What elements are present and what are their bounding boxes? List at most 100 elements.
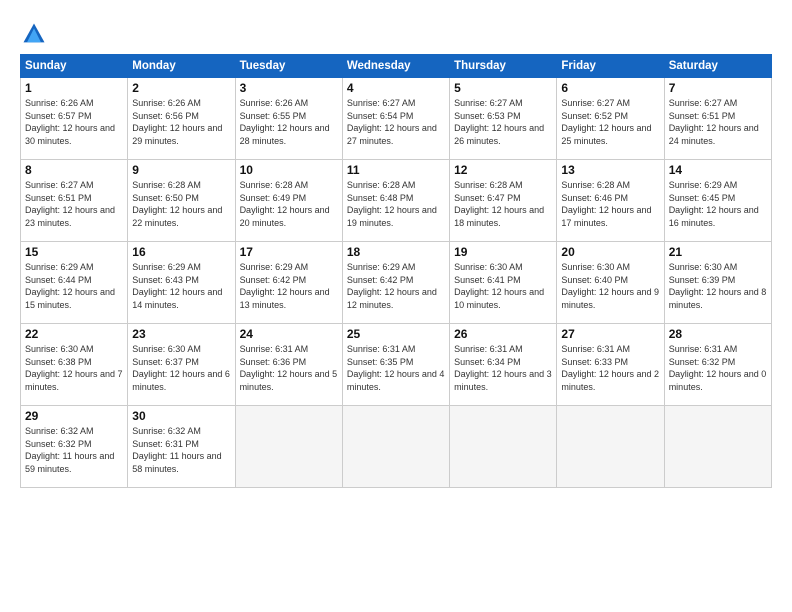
day-number: 14: [669, 163, 767, 177]
day-info: Sunrise: 6:28 AMSunset: 6:46 PMDaylight:…: [561, 179, 659, 229]
calendar-cell: 23 Sunrise: 6:30 AMSunset: 6:37 PMDaylig…: [128, 324, 235, 406]
day-info: Sunrise: 6:29 AMSunset: 6:45 PMDaylight:…: [669, 179, 767, 229]
calendar-cell: 7 Sunrise: 6:27 AMSunset: 6:51 PMDayligh…: [664, 78, 771, 160]
day-info: Sunrise: 6:27 AMSunset: 6:51 PMDaylight:…: [669, 97, 767, 147]
day-number: 7: [669, 81, 767, 95]
calendar-cell: 21 Sunrise: 6:30 AMSunset: 6:39 PMDaylig…: [664, 242, 771, 324]
day-number: 20: [561, 245, 659, 259]
day-info: Sunrise: 6:27 AMSunset: 6:51 PMDaylight:…: [25, 179, 123, 229]
calendar-cell: 28 Sunrise: 6:31 AMSunset: 6:32 PMDaylig…: [664, 324, 771, 406]
day-number: 8: [25, 163, 123, 177]
day-info: Sunrise: 6:28 AMSunset: 6:47 PMDaylight:…: [454, 179, 552, 229]
calendar-cell: 5 Sunrise: 6:27 AMSunset: 6:53 PMDayligh…: [450, 78, 557, 160]
weekday-header: Saturday: [664, 55, 771, 78]
day-info: Sunrise: 6:31 AMSunset: 6:34 PMDaylight:…: [454, 343, 552, 393]
calendar-week-row: 22 Sunrise: 6:30 AMSunset: 6:38 PMDaylig…: [21, 324, 772, 406]
day-number: 13: [561, 163, 659, 177]
weekday-header: Thursday: [450, 55, 557, 78]
calendar-cell: 8 Sunrise: 6:27 AMSunset: 6:51 PMDayligh…: [21, 160, 128, 242]
day-info: Sunrise: 6:29 AMSunset: 6:43 PMDaylight:…: [132, 261, 230, 311]
day-number: 12: [454, 163, 552, 177]
weekday-header: Sunday: [21, 55, 128, 78]
calendar-cell: 24 Sunrise: 6:31 AMSunset: 6:36 PMDaylig…: [235, 324, 342, 406]
calendar-cell: [664, 406, 771, 488]
day-number: 11: [347, 163, 445, 177]
day-number: 22: [25, 327, 123, 341]
calendar-cell: 26 Sunrise: 6:31 AMSunset: 6:34 PMDaylig…: [450, 324, 557, 406]
day-number: 2: [132, 81, 230, 95]
day-info: Sunrise: 6:31 AMSunset: 6:32 PMDaylight:…: [669, 343, 767, 393]
day-number: 16: [132, 245, 230, 259]
calendar-cell: 20 Sunrise: 6:30 AMSunset: 6:40 PMDaylig…: [557, 242, 664, 324]
calendar-cell: [450, 406, 557, 488]
day-number: 24: [240, 327, 338, 341]
calendar-cell: 2 Sunrise: 6:26 AMSunset: 6:56 PMDayligh…: [128, 78, 235, 160]
day-number: 30: [132, 409, 230, 423]
day-info: Sunrise: 6:28 AMSunset: 6:48 PMDaylight:…: [347, 179, 445, 229]
day-info: Sunrise: 6:30 AMSunset: 6:41 PMDaylight:…: [454, 261, 552, 311]
calendar-cell: 12 Sunrise: 6:28 AMSunset: 6:47 PMDaylig…: [450, 160, 557, 242]
logo-icon: [20, 20, 48, 48]
calendar-cell: 10 Sunrise: 6:28 AMSunset: 6:49 PMDaylig…: [235, 160, 342, 242]
calendar-cell: 16 Sunrise: 6:29 AMSunset: 6:43 PMDaylig…: [128, 242, 235, 324]
weekday-header: Tuesday: [235, 55, 342, 78]
day-number: 10: [240, 163, 338, 177]
day-number: 15: [25, 245, 123, 259]
calendar-cell: 1 Sunrise: 6:26 AMSunset: 6:57 PMDayligh…: [21, 78, 128, 160]
day-info: Sunrise: 6:27 AMSunset: 6:52 PMDaylight:…: [561, 97, 659, 147]
calendar-cell: 17 Sunrise: 6:29 AMSunset: 6:42 PMDaylig…: [235, 242, 342, 324]
day-info: Sunrise: 6:28 AMSunset: 6:49 PMDaylight:…: [240, 179, 338, 229]
day-number: 25: [347, 327, 445, 341]
day-info: Sunrise: 6:30 AMSunset: 6:38 PMDaylight:…: [25, 343, 123, 393]
calendar-cell: 6 Sunrise: 6:27 AMSunset: 6:52 PMDayligh…: [557, 78, 664, 160]
day-info: Sunrise: 6:27 AMSunset: 6:53 PMDaylight:…: [454, 97, 552, 147]
calendar-week-row: 1 Sunrise: 6:26 AMSunset: 6:57 PMDayligh…: [21, 78, 772, 160]
day-info: Sunrise: 6:29 AMSunset: 6:42 PMDaylight:…: [240, 261, 338, 311]
day-info: Sunrise: 6:29 AMSunset: 6:42 PMDaylight:…: [347, 261, 445, 311]
day-number: 27: [561, 327, 659, 341]
calendar-week-row: 8 Sunrise: 6:27 AMSunset: 6:51 PMDayligh…: [21, 160, 772, 242]
day-info: Sunrise: 6:32 AMSunset: 6:31 PMDaylight:…: [132, 425, 230, 475]
day-info: Sunrise: 6:31 AMSunset: 6:33 PMDaylight:…: [561, 343, 659, 393]
calendar-cell: 11 Sunrise: 6:28 AMSunset: 6:48 PMDaylig…: [342, 160, 449, 242]
day-info: Sunrise: 6:26 AMSunset: 6:56 PMDaylight:…: [132, 97, 230, 147]
calendar-page: SundayMondayTuesdayWednesdayThursdayFrid…: [0, 0, 792, 612]
calendar-cell: [557, 406, 664, 488]
weekday-header: Monday: [128, 55, 235, 78]
day-number: 4: [347, 81, 445, 95]
day-info: Sunrise: 6:31 AMSunset: 6:35 PMDaylight:…: [347, 343, 445, 393]
calendar-cell: 22 Sunrise: 6:30 AMSunset: 6:38 PMDaylig…: [21, 324, 128, 406]
day-number: 18: [347, 245, 445, 259]
day-number: 3: [240, 81, 338, 95]
calendar-cell: 27 Sunrise: 6:31 AMSunset: 6:33 PMDaylig…: [557, 324, 664, 406]
day-info: Sunrise: 6:30 AMSunset: 6:40 PMDaylight:…: [561, 261, 659, 311]
day-number: 1: [25, 81, 123, 95]
calendar-week-row: 29 Sunrise: 6:32 AMSunset: 6:32 PMDaylig…: [21, 406, 772, 488]
logo: [20, 20, 52, 48]
calendar-cell: 13 Sunrise: 6:28 AMSunset: 6:46 PMDaylig…: [557, 160, 664, 242]
day-info: Sunrise: 6:28 AMSunset: 6:50 PMDaylight:…: [132, 179, 230, 229]
calendar-cell: 9 Sunrise: 6:28 AMSunset: 6:50 PMDayligh…: [128, 160, 235, 242]
day-number: 28: [669, 327, 767, 341]
calendar-cell: 25 Sunrise: 6:31 AMSunset: 6:35 PMDaylig…: [342, 324, 449, 406]
day-info: Sunrise: 6:30 AMSunset: 6:39 PMDaylight:…: [669, 261, 767, 311]
weekday-header: Wednesday: [342, 55, 449, 78]
calendar-cell: 4 Sunrise: 6:27 AMSunset: 6:54 PMDayligh…: [342, 78, 449, 160]
day-number: 6: [561, 81, 659, 95]
day-info: Sunrise: 6:32 AMSunset: 6:32 PMDaylight:…: [25, 425, 123, 475]
day-number: 5: [454, 81, 552, 95]
calendar-cell: 3 Sunrise: 6:26 AMSunset: 6:55 PMDayligh…: [235, 78, 342, 160]
day-info: Sunrise: 6:31 AMSunset: 6:36 PMDaylight:…: [240, 343, 338, 393]
calendar-cell: [235, 406, 342, 488]
calendar-cell: 19 Sunrise: 6:30 AMSunset: 6:41 PMDaylig…: [450, 242, 557, 324]
calendar-cell: 30 Sunrise: 6:32 AMSunset: 6:31 PMDaylig…: [128, 406, 235, 488]
calendar-week-row: 15 Sunrise: 6:29 AMSunset: 6:44 PMDaylig…: [21, 242, 772, 324]
header-row: SundayMondayTuesdayWednesdayThursdayFrid…: [21, 55, 772, 78]
day-number: 21: [669, 245, 767, 259]
header-area: [20, 16, 772, 48]
day-info: Sunrise: 6:29 AMSunset: 6:44 PMDaylight:…: [25, 261, 123, 311]
day-number: 17: [240, 245, 338, 259]
day-info: Sunrise: 6:26 AMSunset: 6:55 PMDaylight:…: [240, 97, 338, 147]
day-info: Sunrise: 6:27 AMSunset: 6:54 PMDaylight:…: [347, 97, 445, 147]
calendar-cell: 18 Sunrise: 6:29 AMSunset: 6:42 PMDaylig…: [342, 242, 449, 324]
